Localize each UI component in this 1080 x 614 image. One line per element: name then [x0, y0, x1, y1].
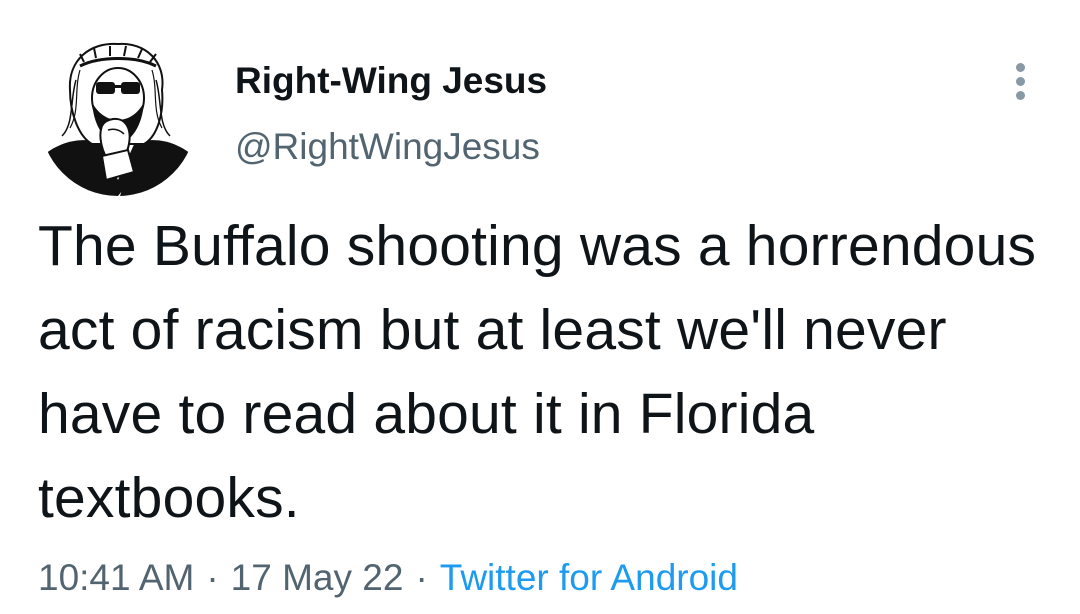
more-options-icon-dot — [1015, 90, 1025, 100]
more-options-button[interactable] — [1002, 56, 1038, 106]
meta-separator: · — [206, 557, 219, 598]
tweet-time[interactable]: 10:41 AM — [38, 557, 194, 598]
display-name[interactable]: Right-Wing Jesus — [235, 58, 547, 104]
meta-separator: · — [415, 557, 428, 598]
avatar-illustration-icon — [40, 42, 196, 196]
more-options-icon — [1015, 62, 1025, 72]
tweet-date[interactable]: 17 May 22 — [231, 557, 404, 598]
tweet-source-link[interactable]: Twitter for Android — [440, 557, 738, 598]
tweet-metadata: 10:41 AM · 17 May 22 · Twitter for Android — [38, 554, 738, 602]
tweet-card: Right-Wing Jesus @RightWingJesus The Buf… — [0, 0, 1080, 614]
more-options-icon-dot — [1015, 76, 1025, 86]
user-handle[interactable]: @RightWingJesus — [235, 124, 540, 170]
tweet-text: The Buffalo shooting was a horrendous ac… — [38, 214, 1037, 530]
avatar[interactable] — [40, 40, 196, 196]
